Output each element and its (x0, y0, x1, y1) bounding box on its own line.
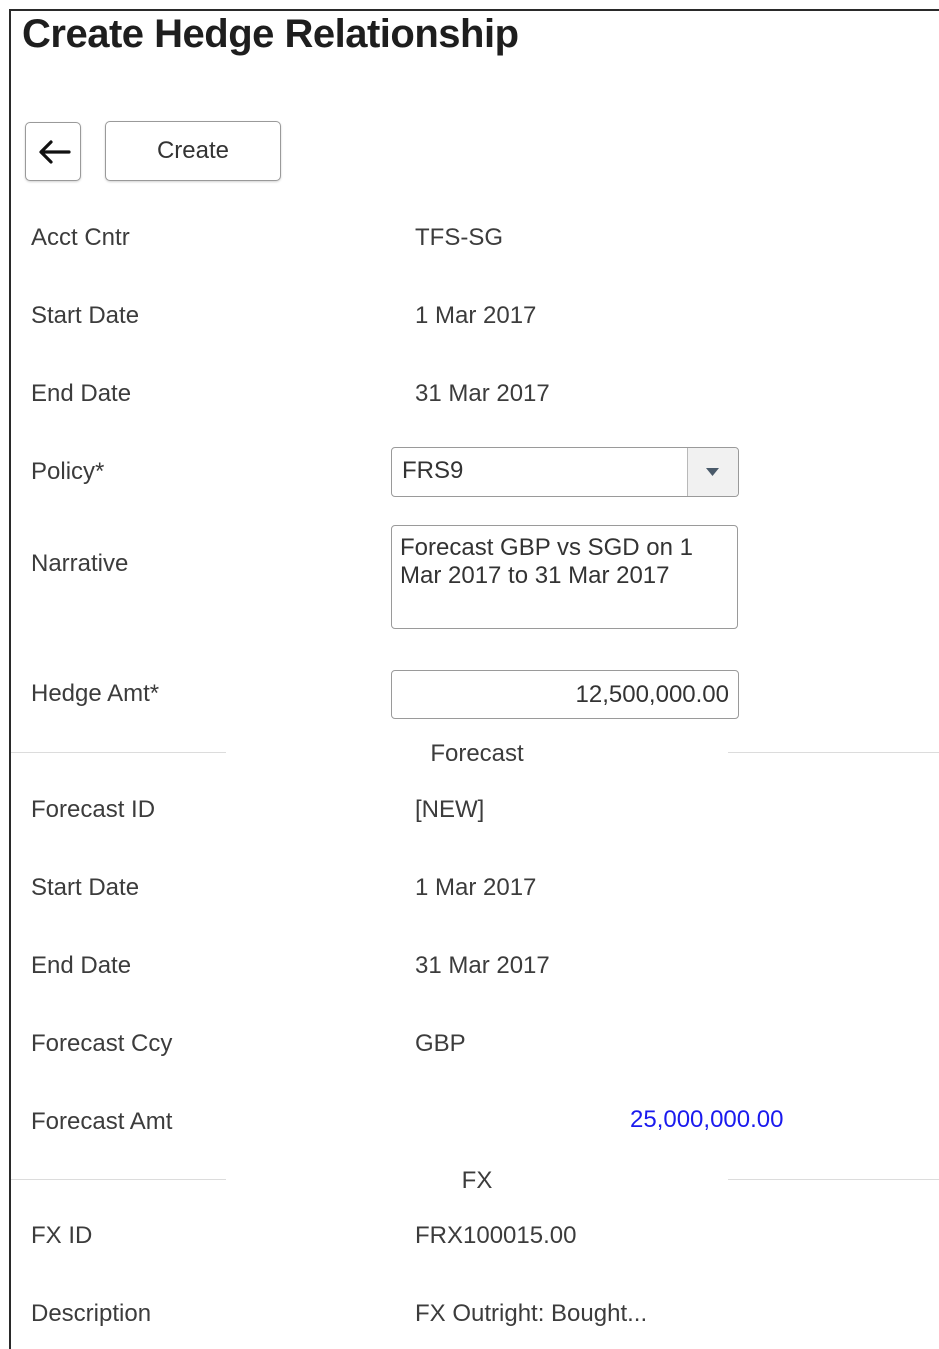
start-date-label: Start Date (31, 302, 140, 329)
acct-cntr-value: TFS-SG (415, 224, 503, 251)
hedge-amt-label: Hedge Amt* (31, 680, 160, 707)
forecast-ccy-label: Forecast Ccy (31, 1030, 173, 1057)
forecast-id-label: Forecast ID (31, 796, 156, 823)
forecast-amt-label: Forecast Amt (31, 1108, 173, 1135)
hedge-amt-input[interactable]: 12,500,000.00 (391, 670, 739, 719)
back-button[interactable] (25, 122, 81, 181)
end-date-label: End Date (31, 380, 132, 407)
fx-divider-right (728, 1179, 939, 1180)
fx-id-value: FRX100015.00 (415, 1222, 577, 1249)
description-value: FX Outright: Bought... (415, 1300, 648, 1327)
forecast-ccy-value: GBP (415, 1030, 466, 1057)
forecast-section-title: Forecast (430, 740, 524, 767)
forecast-start-date-value: 1 Mar 2017 (415, 874, 537, 901)
fx-section-title: FX (461, 1167, 493, 1194)
end-date-value: 31 Mar 2017 (415, 380, 550, 407)
description-label: Description (31, 1300, 152, 1327)
narrative-label: Narrative (31, 550, 129, 577)
forecast-divider-right (728, 752, 939, 753)
policy-dropdown-button[interactable] (687, 448, 738, 496)
forecast-end-date-value: 31 Mar 2017 (415, 952, 550, 979)
forecast-end-date-label: End Date (31, 952, 132, 979)
policy-selected-value: FRS9 (402, 457, 464, 484)
policy-label: Policy* (31, 458, 105, 485)
forecast-amt-link[interactable]: 25,000,000.00 (630, 1106, 783, 1134)
fx-divider-left (11, 1179, 226, 1180)
forecast-divider-left (11, 752, 226, 753)
fx-id-label: FX ID (31, 1222, 93, 1249)
forecast-start-date-label: Start Date (31, 874, 140, 901)
forecast-id-value: [NEW] (415, 796, 485, 823)
arrow-left-icon (39, 140, 71, 164)
caret-down-icon (706, 468, 719, 476)
page-title: Create Hedge Relationship (22, 12, 519, 56)
acct-cntr-label: Acct Cntr (31, 224, 130, 251)
create-button[interactable]: Create (105, 121, 281, 181)
narrative-textarea[interactable]: Forecast GBP vs SGD on 1 Mar 2017 to 31 … (391, 525, 738, 629)
start-date-value: 1 Mar 2017 (415, 302, 537, 329)
policy-select[interactable]: FRS9 (391, 447, 739, 497)
